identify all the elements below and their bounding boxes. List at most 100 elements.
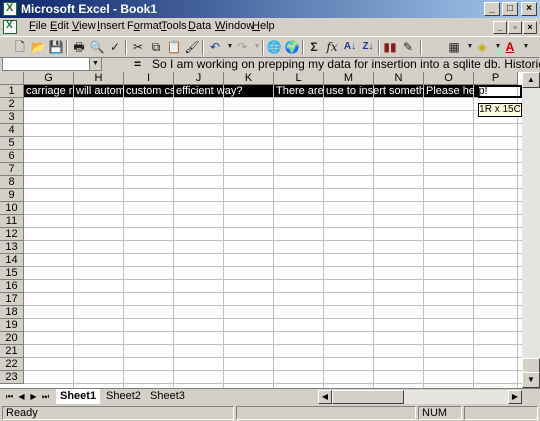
- cut-icon[interactable]: ✂: [130, 39, 146, 55]
- row-header-7[interactable]: 7: [0, 163, 24, 176]
- row-header-22[interactable]: 22: [0, 358, 24, 371]
- print-icon[interactable]: 🖶: [71, 39, 87, 55]
- menu-help[interactable]: Help: [252, 20, 275, 32]
- row-header-8[interactable]: 8: [0, 176, 24, 189]
- open-icon[interactable]: 📂: [30, 39, 46, 55]
- borders-icon[interactable]: ▦: [446, 39, 462, 55]
- row-header-9[interactable]: 9: [0, 189, 24, 202]
- doc-restore-button[interactable]: ▫: [508, 21, 522, 34]
- column-header-g[interactable]: G: [24, 72, 74, 85]
- name-box-dropdown-icon[interactable]: ▼: [89, 58, 101, 70]
- spelling-icon[interactable]: ✓: [107, 39, 123, 55]
- cell-g1[interactable]: carriage re: [24, 85, 74, 98]
- name-box[interactable]: ▼: [2, 57, 102, 71]
- drawing-icon[interactable]: ✎: [400, 39, 416, 55]
- menu-data[interactable]: Data: [188, 20, 211, 32]
- fill-color-icon[interactable]: ◈: [474, 39, 490, 55]
- function-icon[interactable]: fx: [324, 39, 340, 55]
- column-header-p[interactable]: P: [474, 72, 518, 85]
- scroll-left-icon[interactable]: ◀: [318, 390, 332, 404]
- column-header-k[interactable]: K: [224, 72, 274, 85]
- workbook-icon[interactable]: [3, 20, 17, 34]
- formula-input[interactable]: So I am working on prepping my data for …: [152, 57, 540, 71]
- select-all-corner[interactable]: [0, 72, 24, 85]
- first-sheet-icon[interactable]: ⏮: [4, 390, 15, 403]
- doc-close-button[interactable]: ×: [523, 21, 537, 34]
- row-header-1[interactable]: 1: [0, 85, 24, 98]
- sort-ascending-icon[interactable]: A↓: [342, 39, 358, 55]
- prev-sheet-icon[interactable]: ◀: [16, 390, 27, 403]
- row-header-20[interactable]: 20: [0, 332, 24, 345]
- column-header-n[interactable]: N: [374, 72, 424, 85]
- font-color-dropdown-icon[interactable]: ▼: [518, 39, 534, 55]
- row-header-23[interactable]: 23: [0, 371, 24, 384]
- hyperlink-icon[interactable]: 🌐: [266, 39, 282, 55]
- last-sheet-icon[interactable]: ⏭: [40, 390, 51, 403]
- column-header-h[interactable]: H: [74, 72, 124, 85]
- horizontal-scrollbar[interactable]: ◀ ▶: [318, 390, 522, 404]
- menu-insert[interactable]: Insert: [97, 20, 125, 32]
- next-sheet-icon[interactable]: ▶: [28, 390, 39, 403]
- row-header-6[interactable]: 6: [0, 150, 24, 163]
- cell-h1[interactable]: will automa: [74, 85, 124, 98]
- row-header-10[interactable]: 10: [0, 202, 24, 215]
- column-header-o[interactable]: O: [424, 72, 474, 85]
- scroll-right-icon[interactable]: ▶: [508, 390, 522, 404]
- row-header-5[interactable]: 5: [0, 137, 24, 150]
- row-header-3[interactable]: 3: [0, 111, 24, 124]
- horizontal-scroll-thumb[interactable]: [332, 390, 404, 404]
- redo-icon[interactable]: ↷: [234, 39, 250, 55]
- chart-wizard-icon[interactable]: ▮▮: [382, 39, 398, 55]
- doc-minimize-button[interactable]: _: [493, 21, 507, 34]
- scroll-down-icon[interactable]: ▼: [522, 372, 540, 388]
- cell-i1[interactable]: custom cs: [124, 85, 174, 98]
- row-header-21[interactable]: 21: [0, 345, 24, 358]
- autosum-icon[interactable]: Σ: [306, 39, 322, 55]
- vertical-scrollbar[interactable]: ▲ ▼: [522, 72, 540, 388]
- column-header-i[interactable]: I: [124, 72, 174, 85]
- cell-l1[interactable]: There are r: [274, 85, 324, 98]
- row-header-15[interactable]: 15: [0, 267, 24, 280]
- column-header-m[interactable]: M: [324, 72, 374, 85]
- cell-k1[interactable]: [224, 85, 274, 98]
- menu-view[interactable]: View: [72, 20, 96, 32]
- row-header-16[interactable]: 16: [0, 280, 24, 293]
- format-painter-icon[interactable]: 🖌: [184, 39, 200, 55]
- minimize-button[interactable]: _: [484, 2, 500, 16]
- worksheet-grid[interactable]: G H I J K L M N O P 1 2 3 4 5 6 7 8 9 10 11 12 13 14 15 16 17 18 19 2…: [0, 72, 522, 388]
- new-icon[interactable]: 🗋: [12, 39, 28, 55]
- column-header-j[interactable]: J: [174, 72, 224, 85]
- menu-window[interactable]: Window: [215, 20, 254, 32]
- row-header-13[interactable]: 13: [0, 241, 24, 254]
- row-header-18[interactable]: 18: [0, 306, 24, 319]
- menu-format[interactable]: Format: [127, 20, 162, 32]
- row-header-14[interactable]: 14: [0, 254, 24, 267]
- row-header-4[interactable]: 4: [0, 124, 24, 137]
- row-header-2[interactable]: 2: [0, 98, 24, 111]
- row-header-11[interactable]: 11: [0, 215, 24, 228]
- print-preview-icon[interactable]: 🔍: [89, 39, 105, 55]
- menu-edit[interactable]: Edit: [50, 20, 69, 32]
- cell-o1[interactable]: Please he: [424, 85, 474, 98]
- row-header-19[interactable]: 19: [0, 319, 24, 332]
- menu-tools[interactable]: Tools: [161, 20, 187, 32]
- sort-descending-icon[interactable]: Z↓: [360, 39, 376, 55]
- row-header-17[interactable]: 17: [0, 293, 24, 306]
- maximize-button[interactable]: □: [502, 2, 518, 16]
- save-icon[interactable]: 💾: [48, 39, 64, 55]
- undo-icon[interactable]: ↶: [207, 39, 223, 55]
- web-toolbar-icon[interactable]: 🌍: [284, 39, 300, 55]
- excel-app-icon[interactable]: [3, 2, 17, 16]
- tab-sheet1[interactable]: Sheet1: [56, 389, 101, 404]
- copy-icon[interactable]: ⧉: [148, 39, 164, 55]
- row-header-12[interactable]: 12: [0, 228, 24, 241]
- menu-file[interactable]: File: [29, 20, 47, 32]
- paste-icon[interactable]: 📋: [166, 39, 182, 55]
- scroll-up-icon[interactable]: ▲: [522, 72, 540, 88]
- tab-sheet3[interactable]: Sheet3: [146, 389, 189, 404]
- tab-sheet2[interactable]: Sheet2: [102, 389, 145, 404]
- cell-n1[interactable]: [374, 85, 424, 98]
- close-button[interactable]: ×: [521, 2, 537, 16]
- column-header-l[interactable]: L: [274, 72, 324, 85]
- font-color-icon[interactable]: A: [502, 39, 518, 55]
